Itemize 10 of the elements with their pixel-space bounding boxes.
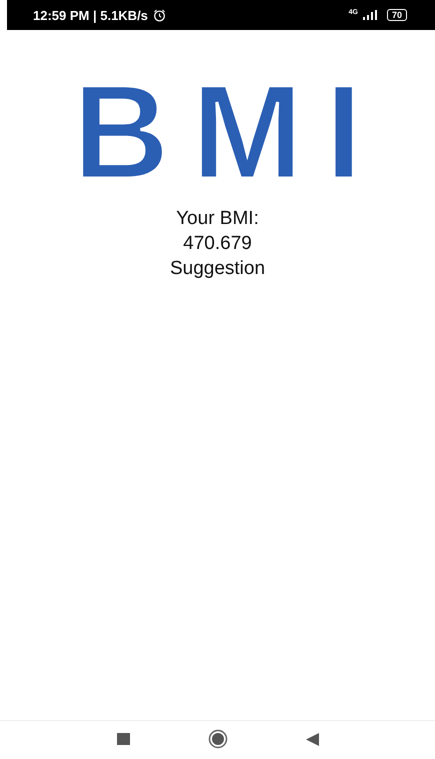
bmi-label: Your BMI: <box>176 207 259 231</box>
alarm-clock-icon <box>152 8 166 22</box>
bmi-value: 470.679 <box>183 232 252 256</box>
battery-level: 70 <box>386 9 407 21</box>
home-icon[interactable] <box>208 729 228 749</box>
signal-icon <box>362 10 377 20</box>
status-time: 12:59 PM | 5.1KB/s <box>33 8 148 22</box>
back-icon[interactable] <box>306 732 318 746</box>
recent-apps-icon[interactable] <box>116 733 130 745</box>
suggestion-text: Suggestion <box>170 257 266 281</box>
